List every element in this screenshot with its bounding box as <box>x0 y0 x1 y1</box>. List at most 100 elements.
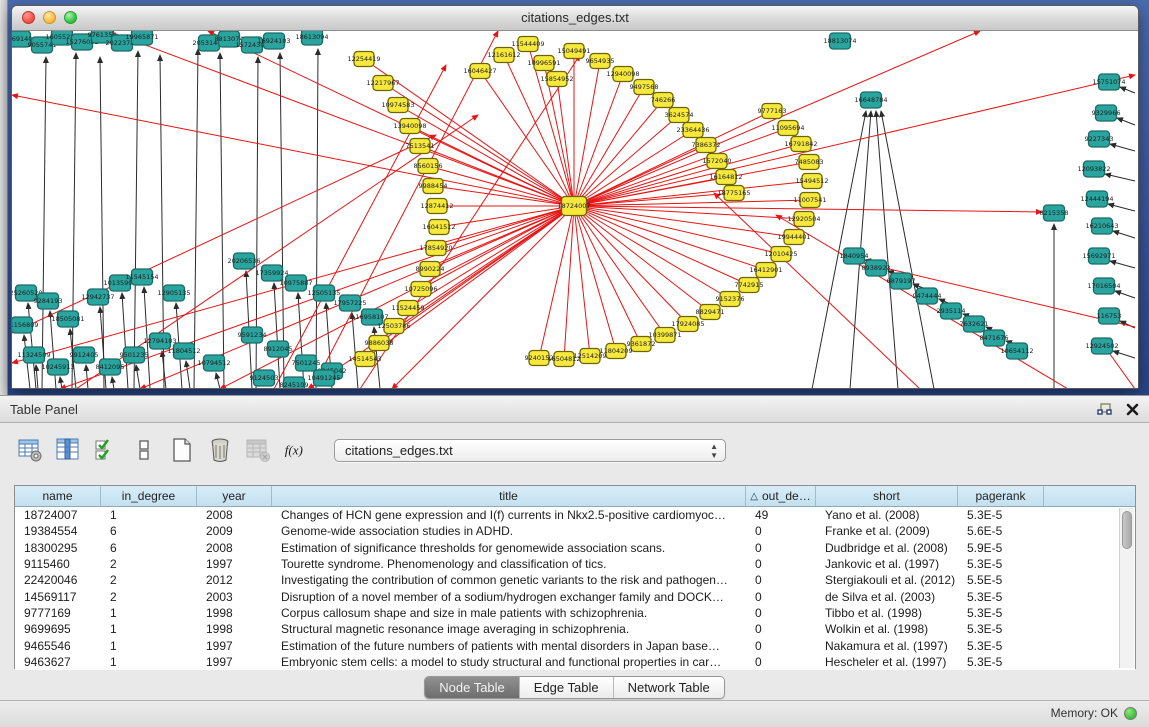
graph-node[interactable]: 9777163 <box>758 104 787 119</box>
float-panel-icon[interactable] <box>1095 400 1113 418</box>
graph-node[interactable]: 16412901 <box>749 263 782 278</box>
table-selector-dropdown[interactable]: citations_edges.txt▲▼ <box>334 439 726 462</box>
graph-node[interactable]: 11804512 <box>167 343 200 359</box>
tab-node-table[interactable]: Node Table <box>425 677 520 698</box>
graph-node[interactable]: 7632621 <box>960 316 989 332</box>
table-row[interactable]: 977716911998Corpus callosum shape and si… <box>15 605 1135 621</box>
graph-node[interactable]: 7386372 <box>692 138 721 153</box>
graph-node[interactable]: 15854952 <box>540 72 573 87</box>
graph-node[interactable]: 9591234 <box>238 327 267 343</box>
graph-node[interactable]: 18505081 <box>51 311 84 327</box>
column-header-pagerank[interactable]: pagerank <box>958 486 1044 506</box>
graph-node[interactable]: 3624574 <box>665 108 694 123</box>
graph-node[interactable]: 116753 <box>1097 308 1122 324</box>
graph-node[interactable]: 18613094 <box>295 31 328 45</box>
graph-node[interactable]: 2935114 <box>937 303 966 319</box>
graph-node[interactable]: 7742915 <box>735 278 764 293</box>
graph-node[interactable]: 7485083 <box>795 155 824 170</box>
graph-node[interactable]: 10725096 <box>404 282 437 297</box>
graph-node[interactable]: 1572040 <box>703 154 732 169</box>
new-document-icon[interactable] <box>168 436 196 464</box>
graph-node[interactable]: 11156809 <box>12 317 39 333</box>
table-column-icon[interactable] <box>54 436 82 464</box>
graph-node[interactable]: 19944401 <box>777 230 810 245</box>
table-row[interactable]: 1938455462009Genome-wide association stu… <box>15 523 1135 539</box>
graph-node[interactable]: 10654112 <box>1000 343 1033 359</box>
graph-node[interactable]: 16164812 <box>709 170 742 185</box>
tab-network-table[interactable]: Network Table <box>614 677 724 698</box>
graph-node[interactable]: 12010425 <box>764 247 797 262</box>
column-header-title[interactable]: title <box>272 486 746 506</box>
graph-node[interactable]: 9501235 <box>120 347 149 363</box>
rows-toggle-icon[interactable] <box>130 436 158 464</box>
graph-node[interactable]: 746266 <box>651 93 676 108</box>
graph-node[interactable]: 8829471 <box>696 305 725 320</box>
close-panel-icon[interactable] <box>1123 400 1141 418</box>
graph-node[interactable]: 11524459 <box>391 301 424 316</box>
vertical-scrollbar[interactable] <box>1119 508 1134 668</box>
graph-canvas[interactable]: 2069140690557411605528715276082976135620… <box>12 31 1138 388</box>
graph-node[interactable]: 8215358 <box>1040 205 1069 221</box>
graph-node[interactable]: 12940098 <box>606 67 639 82</box>
graph-node[interactable]: 8912045 <box>264 341 293 357</box>
select-checklist-icon[interactable] <box>92 436 120 464</box>
graph-node[interactable]: 9497568 <box>630 80 659 95</box>
graph-node[interactable]: 9240152 <box>525 351 554 366</box>
graph-node[interactable]: 8938923 <box>862 260 891 276</box>
graph-node[interactable]: 11007541 <box>793 193 826 208</box>
graph-node[interactable]: 7513541 <box>406 139 435 154</box>
graph-node[interactable]: 12217967 <box>366 76 399 91</box>
column-header-year[interactable]: year <box>197 486 272 506</box>
table-disabled-icon[interactable] <box>244 436 272 464</box>
graph-node[interactable]: 12942737 <box>81 289 114 305</box>
column-header-in_degree[interactable]: in_degree <box>101 486 197 506</box>
graph-node[interactable]: 9474444 <box>913 288 942 304</box>
table-row[interactable]: 1830029562008Estimation of significance … <box>15 540 1135 556</box>
graph-node[interactable]: 1840954 <box>840 248 869 264</box>
table-row[interactable]: 969969511998Structural magnetic resonanc… <box>15 621 1135 637</box>
graph-node[interactable]: 9329966 <box>1092 105 1121 121</box>
graph-node[interactable]: 9654935 <box>586 54 615 69</box>
graph-node[interactable]: 8245109 <box>280 377 309 388</box>
graph-node[interactable]: 12161612 <box>487 48 520 63</box>
graph-node[interactable]: 10794512 <box>197 355 230 371</box>
scrollbar-thumb[interactable] <box>1122 511 1132 549</box>
column-header-short[interactable]: short <box>816 486 958 506</box>
graph-node[interactable]: 9227343 <box>1085 131 1114 147</box>
graph-node[interactable]: 17957225 <box>333 295 366 311</box>
graph-node[interactable]: 8990224 <box>416 262 445 277</box>
graph-node[interactable]: 8412095 <box>96 359 125 375</box>
graph-node[interactable]: 9886038 <box>365 336 394 351</box>
table-settings-icon[interactable] <box>16 436 44 464</box>
column-header-name[interactable]: name <box>15 486 101 506</box>
function-builder-icon[interactable]: f(x) <box>282 436 310 464</box>
graph-node[interactable]: 8560156 <box>414 159 443 174</box>
graph-node[interactable]: 8471676 <box>980 330 1009 346</box>
graph-node[interactable]: 17854920 <box>419 241 452 256</box>
graph-node[interactable]: 16041512 <box>422 220 455 235</box>
table-row[interactable]: 1872400712008Changes of HCN gene express… <box>15 507 1135 523</box>
graph-node[interactable]: 16046427 <box>463 64 496 79</box>
network-view[interactable]: 2069140690557411605528715276082976135620… <box>12 31 1138 388</box>
delete-trash-icon[interactable] <box>206 436 234 464</box>
graph-node[interactable]: 9912405 <box>70 347 99 363</box>
graph-node[interactable]: 9284193 <box>34 293 63 309</box>
column-header-out_degree[interactable]: △out_de… <box>746 486 816 506</box>
graph-node[interactable]: 15494512 <box>795 174 828 189</box>
graph-node[interactable]: 12254419 <box>347 52 380 67</box>
graph-node[interactable]: 23364436 <box>676 123 709 138</box>
table-row[interactable]: 911546021997Tourette syndrome. Phenomeno… <box>15 556 1135 572</box>
table-row[interactable]: 946554611997Estimation of the future num… <box>15 637 1135 653</box>
window-titlebar[interactable]: citations_edges.txt <box>12 6 1138 31</box>
graph-node[interactable]: 9152376 <box>716 292 745 307</box>
graph-node[interactable]: 10245913 <box>41 359 74 375</box>
tab-edge-table[interactable]: Edge Table <box>520 677 614 698</box>
graph-node[interactable]: 11095694 <box>771 121 804 136</box>
graph-node[interactable]: 9988454 <box>419 179 448 194</box>
table-row[interactable]: 946362711997Embryonic stem cells: a mode… <box>15 654 1135 670</box>
table-row[interactable]: 2242004622012Investigating the contribut… <box>15 572 1135 588</box>
graph-node[interactable]: 7501245 <box>292 355 321 371</box>
graph-node[interactable]: 6879197 <box>887 273 916 289</box>
graph-node[interactable]: 16791842 <box>784 137 817 152</box>
graph-node[interactable]: 18724007 <box>557 197 590 216</box>
